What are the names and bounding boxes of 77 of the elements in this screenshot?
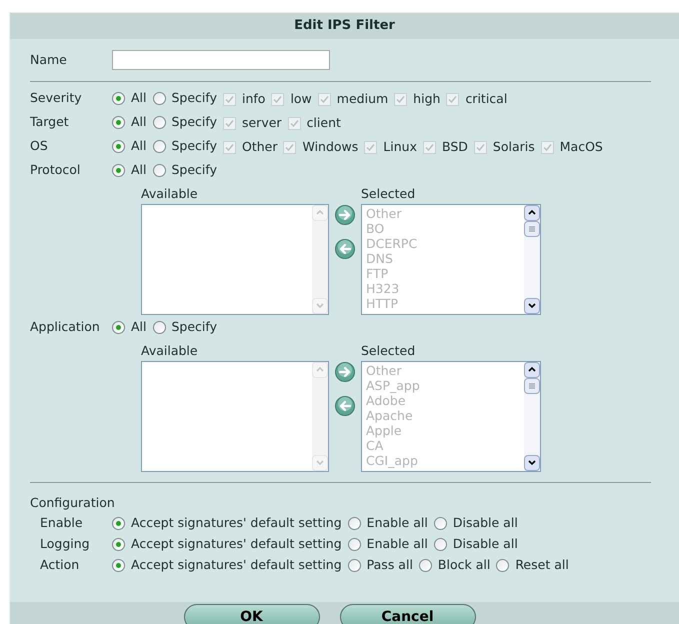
radio-button[interactable] [152,92,166,105]
filter-label: Application [30,318,101,336]
config-label: Enable [40,514,84,532]
radio-label: All [131,137,146,155]
list-heading: Selected [361,185,416,203]
checkbox-label: BSD [442,138,468,156]
radio-label: Specify [172,89,217,107]
radio-button[interactable] [112,116,125,129]
checkbox-label: client [306,114,341,132]
radio-button[interactable] [152,164,166,177]
radio-button[interactable] [152,140,166,153]
radio-button[interactable] [112,140,125,153]
checkbox-label: info [242,90,266,108]
radio-button[interactable] [112,92,125,105]
section-label: Configuration [30,494,116,512]
config-label: Action [40,556,80,574]
checkbox-label: MacOS [560,138,603,156]
radio-label: Pass all [366,556,413,574]
radio-label: Block all [438,556,490,574]
available-list[interactable] [141,204,329,315]
list-heading: Available [141,342,199,360]
radio-label: All [131,161,146,179]
checkbox-label: Windows [302,138,358,156]
cancel-button[interactable]: Cancel [340,604,476,624]
radio-label: Specify [172,161,217,179]
checkbox-label: Linux [383,138,417,156]
radio-label: Specify [172,318,217,336]
radio-label: Specify [172,113,217,131]
radio-label: Enable all [366,514,428,532]
radio-label: Disable all [452,514,518,532]
radio-button[interactable] [152,320,166,334]
available-list[interactable] [141,360,329,472]
checkbox-label: server [242,114,282,132]
checkbox-label: critical [465,90,508,108]
radio-button[interactable] [112,538,125,550]
radio-button[interactable] [112,516,125,530]
filter-label: Target [30,113,70,131]
arrow-right-icon[interactable] [335,362,355,382]
radio-label: Accept signatures' default setting [131,534,342,553]
radio-label: Specify [172,137,217,155]
radio-label: All [131,89,146,107]
config-label: Logging [40,534,91,553]
radio-label: All [131,318,146,336]
radio-button[interactable] [348,538,361,550]
radio-label: Enable all [366,534,428,552]
radio-button[interactable] [418,558,432,572]
radio-label: Disable all [452,534,518,552]
checkbox-label: medium [336,90,388,108]
radio-button[interactable] [152,116,166,129]
arrow-right-icon[interactable] [335,204,355,225]
filter-label: Severity [30,89,83,107]
checkbox-label: Solaris [492,138,535,156]
radio-button[interactable] [496,558,510,572]
field-label: Name [30,50,68,69]
radio-label: All [131,113,146,131]
filter-label: OS [30,137,49,155]
dialog-title: Edit IPS Filter [10,13,679,39]
radio-label: Accept signatures' default setting [131,514,342,532]
radio-button[interactable] [348,558,361,572]
checkbox-label: Other [242,138,278,156]
radio-label: Reset all [515,556,569,574]
radio-label: Accept signatures' default setting [131,556,342,574]
ok-button[interactable]: OK [184,604,320,624]
arrow-left-icon[interactable] [335,238,355,259]
checkbox-label: high [413,90,440,108]
filter-label: Protocol [30,161,82,179]
radio-button[interactable] [112,164,125,177]
radio-button[interactable] [434,538,447,550]
radio-button[interactable] [348,516,361,530]
radio-button[interactable] [112,558,125,572]
radio-button[interactable] [112,320,125,334]
list-heading: Available [141,185,199,203]
radio-button[interactable] [434,516,447,530]
checkbox-label: low [290,90,312,108]
list-heading: Selected [361,342,416,360]
arrow-left-icon[interactable] [335,396,355,416]
name-field[interactable] [112,50,330,70]
